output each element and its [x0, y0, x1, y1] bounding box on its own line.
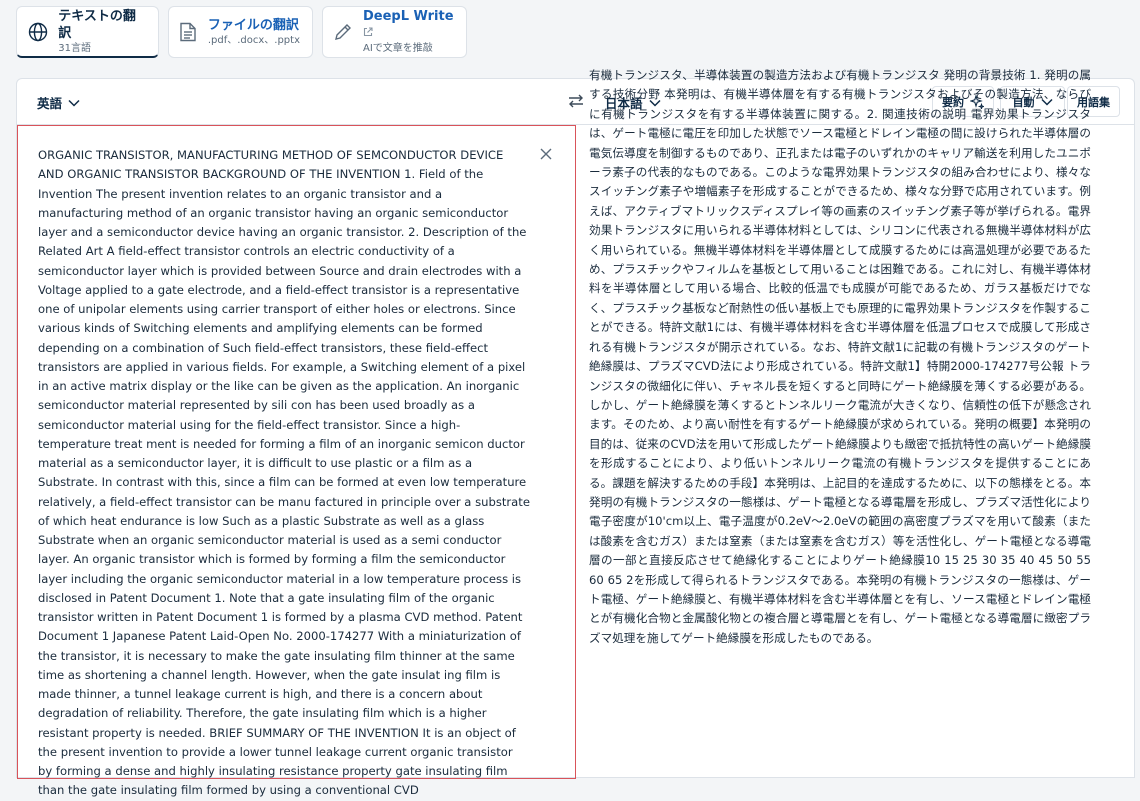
- tab-subtitle: .pdf、.docx、.pptx: [207, 34, 300, 46]
- tab-subtitle: AIで文章を推敲: [363, 43, 433, 54]
- tab-text-translation[interactable]: テキストの翻訳 31言語: [16, 6, 159, 58]
- tab-title: ファイルの翻訳: [207, 17, 299, 33]
- tab-title: DeepL Write: [363, 8, 454, 42]
- tab-file-translation[interactable]: ファイルの翻訳 .pdf、.docx、.pptx: [168, 6, 313, 58]
- close-icon[interactable]: [538, 146, 554, 162]
- tab-title-text: DeepL Write: [363, 9, 454, 24]
- source-text-area[interactable]: ORGANIC TRANSISTOR, MANUFACTURING METHOD…: [17, 125, 576, 797]
- swap-languages-icon[interactable]: [567, 92, 585, 110]
- globe-icon: [27, 21, 48, 43]
- source-language-label: 英語: [37, 96, 63, 111]
- chevron-down-icon: [68, 99, 80, 107]
- source-text[interactable]: ORGANIC TRANSISTOR, MANUFACTURING METHOD…: [38, 146, 530, 801]
- pen-icon: [333, 21, 353, 43]
- tab-title: テキストの翻訳: [58, 8, 136, 41]
- external-link-icon: [363, 26, 373, 41]
- tab-subtitle: 31言語: [58, 42, 92, 54]
- mode-tabs: テキストの翻訳 31言語 ファイルの翻訳 .pdf、.docx、.pptx De…: [16, 6, 467, 58]
- tab-deepl-write[interactable]: DeepL Write AIで文章を推敲: [322, 6, 467, 58]
- translated-text[interactable]: 有機トランジスタ、半導体装置の製造方法および有機トランジスタ 発明の背景技術 1…: [589, 66, 1091, 648]
- source-language-select[interactable]: 英語: [37, 93, 80, 112]
- document-icon: [179, 21, 198, 43]
